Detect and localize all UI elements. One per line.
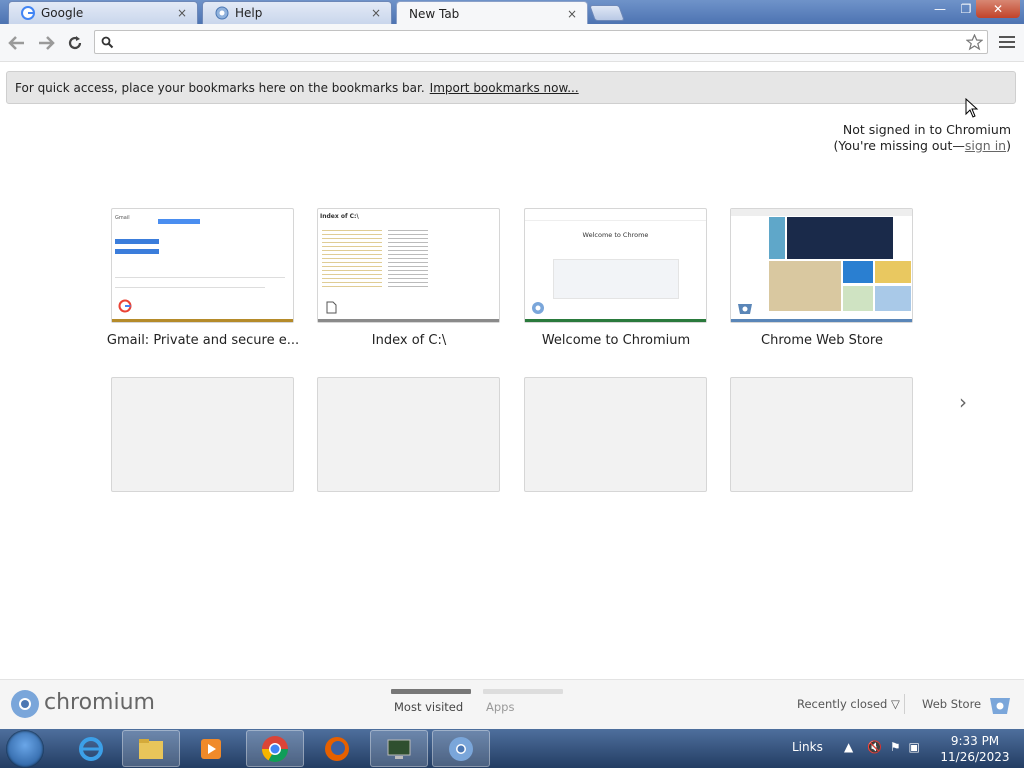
google-icon <box>118 299 132 313</box>
footer-divider <box>904 694 905 714</box>
start-button[interactable] <box>6 730 44 768</box>
forward-button[interactable] <box>35 32 57 54</box>
taskbar-chrome[interactable] <box>246 730 304 767</box>
chevron-up-icon[interactable]: ▲ <box>844 740 853 754</box>
chrome-help-icon <box>215 6 229 20</box>
chromium-icon <box>449 736 473 761</box>
thumb-heading: Gmail <box>115 215 130 221</box>
tile-empty <box>317 377 500 492</box>
tile-label: Gmail: Private and secure e... <box>106 333 300 348</box>
taskbar-media[interactable] <box>182 730 240 767</box>
web-store-link[interactable]: Web Store <box>922 697 981 711</box>
taskbar-firefox[interactable] <box>308 730 366 767</box>
sign-in-link[interactable]: sign in <box>965 138 1006 153</box>
tab-label: New Tab <box>409 6 460 21</box>
google-icon <box>21 6 35 20</box>
media-player-icon <box>201 738 221 759</box>
pager-apps[interactable] <box>483 689 563 694</box>
recently-closed-menu[interactable]: Recently closed ▽ <box>797 697 900 711</box>
clock-date: 11/26/2023 <box>940 750 1010 764</box>
mouse-cursor-icon <box>965 98 979 118</box>
arrow-left-icon <box>8 36 24 50</box>
next-page-arrow[interactable]: › <box>959 390 967 414</box>
thumb-heading: Index of C:\ <box>320 213 359 220</box>
new-tab-button[interactable] <box>589 5 625 21</box>
tile-accent-bar <box>525 319 706 322</box>
close-icon[interactable]: × <box>565 7 579 21</box>
close-window-button[interactable]: ✕ <box>976 0 1020 18</box>
system-clock[interactable]: 9:33 PM 11/26/2023 <box>940 733 1010 765</box>
web-store-icon <box>738 304 752 314</box>
tile-empty <box>111 377 294 492</box>
signin-suffix: ) <box>1006 138 1011 153</box>
bookmarks-info-bar: For quick access, place your bookmarks h… <box>6 71 1016 104</box>
flag-icon[interactable]: ⚑ <box>890 740 901 754</box>
tab-help[interactable]: Help × <box>202 1 392 24</box>
monitor-icon <box>387 739 411 759</box>
address-input[interactable] <box>119 33 959 51</box>
import-bookmarks-link[interactable]: Import bookmarks now... <box>430 81 579 95</box>
close-icon[interactable]: × <box>175 6 189 20</box>
tile-label: Chrome Web Store <box>761 333 883 348</box>
signin-status: Not signed in to Chromium <box>842 122 1011 137</box>
signin-prefix: (You're missing out— <box>833 138 965 153</box>
chromium-logo-icon <box>11 690 39 718</box>
star-icon[interactable] <box>966 34 983 51</box>
tile-welcome[interactable]: Welcome to Chrome <box>524 208 707 323</box>
tray-icons: ▲ 🔇 ⚑ ▣ <box>844 740 920 754</box>
taskbar-explorer[interactable] <box>122 730 180 767</box>
brand-name: chromium <box>44 690 155 715</box>
chromium-icon <box>532 302 544 314</box>
arrow-right-icon <box>39 36 55 50</box>
bookmarks-message: For quick access, place your bookmarks h… <box>15 80 425 95</box>
tile-index[interactable]: Index of C:\ <box>317 208 500 323</box>
tile-label: Index of C:\ <box>371 333 447 348</box>
signin-notice: Not signed in to Chromium (You're missin… <box>834 122 1011 154</box>
folder-icon <box>139 738 163 759</box>
tab-new-tab[interactable]: New Tab × <box>396 1 588 25</box>
tile-accent-bar <box>318 319 499 322</box>
tile-accent-bar <box>112 319 293 322</box>
ntp-footer: chromium Most visited Apps Recently clos… <box>0 679 1024 729</box>
tile-label: Welcome to Chromium <box>541 333 691 348</box>
tab-label: Help <box>235 6 263 20</box>
tab-google[interactable]: Google × <box>8 1 198 24</box>
firefox-icon <box>325 736 349 761</box>
clock-time: 9:33 PM <box>950 734 1000 748</box>
tile-webstore[interactable] <box>730 208 913 323</box>
volume-muted-icon[interactable]: 🔇 <box>867 740 882 754</box>
title-bar: Google × Help × New Tab × — ❐ ✕ <box>0 0 1024 25</box>
internet-explorer-icon <box>79 736 103 761</box>
back-button[interactable] <box>6 32 28 54</box>
taskbar-ie[interactable] <box>62 730 120 767</box>
reload-icon <box>68 36 82 50</box>
reload-button[interactable] <box>64 32 86 54</box>
browser-toolbar <box>0 24 1024 62</box>
tile-gmail[interactable]: Gmail <box>111 208 294 323</box>
network-icon[interactable]: ▣ <box>908 740 919 754</box>
omnibox[interactable] <box>94 30 988 54</box>
tab-label: Google <box>41 6 84 20</box>
taskbar-app[interactable] <box>370 730 428 767</box>
pager-most-visited[interactable] <box>391 689 471 694</box>
tray-links-toolbar[interactable]: Links <box>792 740 823 754</box>
web-store-icon[interactable] <box>988 692 1012 716</box>
chrome-icon <box>261 735 289 762</box>
thumb-heading: Welcome to Chrome <box>582 231 649 239</box>
close-icon[interactable]: × <box>369 6 383 20</box>
tab-apps[interactable]: Apps <box>486 700 514 714</box>
windows-taskbar: Links ▲ 🔇 ⚑ ▣ 9:33 PM 11/26/2023 <box>0 729 1024 768</box>
taskbar-chromium[interactable] <box>432 730 490 767</box>
tile-empty <box>730 377 913 492</box>
tile-accent-bar <box>731 319 912 322</box>
tile-empty <box>524 377 707 492</box>
search-icon <box>101 36 114 49</box>
tab-most-visited[interactable]: Most visited <box>394 700 463 714</box>
menu-icon[interactable] <box>999 36 1015 50</box>
file-icon <box>326 301 337 314</box>
minimize-button[interactable]: — <box>926 0 954 18</box>
